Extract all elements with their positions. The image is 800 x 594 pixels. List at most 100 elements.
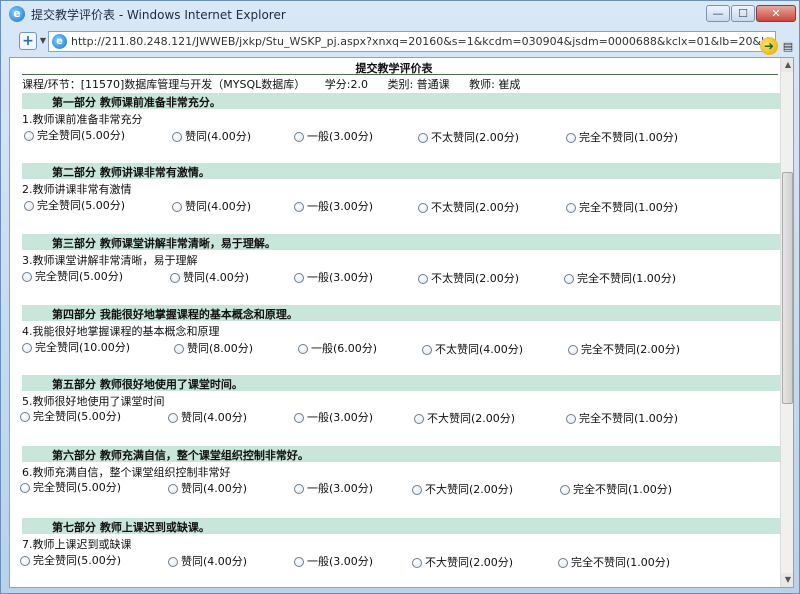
radio-button[interactable] bbox=[422, 344, 432, 355]
radio-button[interactable] bbox=[418, 273, 428, 284]
rating-option[interactable]: 完全赞同(5.00分) bbox=[24, 199, 125, 213]
rating-option[interactable]: 不太赞同(4.00分) bbox=[422, 343, 523, 357]
radio-button[interactable] bbox=[568, 345, 578, 356]
rating-option[interactable]: 完全不赞同(2.00分) bbox=[568, 343, 680, 357]
option-label: 完全不赞同(1.00分) bbox=[579, 412, 679, 426]
rating-option[interactable]: 完全不赞同(1.00分) bbox=[560, 483, 672, 497]
page-icon[interactable]: ▤ bbox=[781, 39, 795, 55]
radio-button[interactable] bbox=[418, 132, 428, 143]
rating-option[interactable]: 一般(3.00分) bbox=[294, 411, 373, 425]
radio-button[interactable] bbox=[170, 272, 180, 283]
radio-button[interactable] bbox=[24, 201, 34, 211]
radio-button[interactable] bbox=[20, 483, 30, 493]
radio-button[interactable] bbox=[294, 202, 304, 213]
radio-button[interactable] bbox=[20, 556, 30, 566]
radio-button[interactable] bbox=[298, 344, 308, 355]
maximize-button[interactable]: ☐ bbox=[731, 5, 755, 22]
radio-button[interactable] bbox=[172, 201, 182, 212]
rating-option[interactable]: 完全赞同(5.00分) bbox=[22, 270, 123, 284]
option-label: 赞同(8.00分) bbox=[187, 341, 254, 355]
radio-button[interactable] bbox=[22, 343, 32, 353]
rating-option[interactable]: 不太赞同(2.00分) bbox=[418, 272, 519, 286]
radio-button[interactable] bbox=[558, 558, 568, 569]
option-label: 赞同(4.00分) bbox=[185, 129, 252, 143]
radio-button[interactable] bbox=[168, 412, 178, 423]
rating-option[interactable]: 一般(6.00分) bbox=[298, 342, 377, 356]
option-label: 一般(3.00分) bbox=[307, 271, 374, 285]
option-label: 赞同(4.00分) bbox=[183, 270, 250, 284]
rating-option[interactable]: 不太赞同(2.00分) bbox=[418, 201, 519, 215]
radio-button[interactable] bbox=[294, 273, 304, 284]
radio-button[interactable] bbox=[168, 483, 178, 494]
option-label: 不太赞同(2.00分) bbox=[431, 130, 520, 144]
radio-button[interactable] bbox=[560, 485, 570, 496]
vertical-scrollbar[interactable]: ▲ ▼ bbox=[780, 58, 793, 587]
rating-option[interactable]: 一般(3.00分) bbox=[294, 271, 373, 285]
rating-option[interactable]: 赞同(4.00分) bbox=[168, 411, 247, 425]
radio-button[interactable] bbox=[294, 557, 304, 568]
rating-option[interactable]: 完全不赞同(1.00分) bbox=[564, 272, 676, 286]
rating-option[interactable]: 不太赞同(2.00分) bbox=[418, 131, 519, 145]
rating-option[interactable]: 赞同(4.00分) bbox=[172, 200, 251, 214]
rating-option[interactable]: 完全不赞同(1.00分) bbox=[566, 412, 678, 426]
radio-button[interactable] bbox=[414, 413, 424, 424]
radio-button[interactable] bbox=[412, 484, 422, 495]
rating-option[interactable]: 完全不赞同(1.00分) bbox=[558, 556, 670, 570]
rating-option[interactable]: 赞同(4.00分) bbox=[168, 482, 247, 496]
radio-button[interactable] bbox=[294, 413, 304, 424]
radio-button[interactable] bbox=[566, 133, 576, 144]
option-label: 不大赞同(2.00分) bbox=[425, 555, 514, 569]
rating-option[interactable]: 不大赞同(2.00分) bbox=[412, 556, 513, 570]
radio-button[interactable] bbox=[174, 343, 184, 354]
option-label: 不太赞同(4.00分) bbox=[435, 342, 524, 356]
radio-button[interactable] bbox=[566, 203, 576, 214]
option-label: 赞同(4.00分) bbox=[181, 410, 248, 424]
url-input[interactable]: e http://211.80.248.121/JWWEB/jxkp/Stu_W… bbox=[48, 31, 776, 52]
go-icon[interactable]: ➜ bbox=[760, 37, 778, 55]
rating-option[interactable]: 不大赞同(2.00分) bbox=[412, 483, 513, 497]
radio-button[interactable] bbox=[24, 131, 34, 141]
page-content: 提交教学评价表 课程/环节：[11570]数据库管理与开发（MYSQL数据库） … bbox=[9, 57, 794, 588]
rating-option[interactable]: 赞同(8.00分) bbox=[174, 342, 253, 356]
scroll-down-icon[interactable]: ▼ bbox=[781, 573, 793, 587]
scroll-up-icon[interactable]: ▲ bbox=[781, 58, 793, 72]
rating-option[interactable]: 一般(3.00分) bbox=[294, 555, 373, 569]
option-label: 完全赞同(5.00分) bbox=[37, 129, 126, 142]
minimize-button[interactable]: — bbox=[706, 5, 730, 22]
close-button[interactable]: ✕ bbox=[756, 5, 796, 22]
rating-option[interactable]: 一般(3.00分) bbox=[294, 130, 373, 144]
rating-option[interactable]: 完全赞同(5.00分) bbox=[20, 554, 121, 568]
rating-option[interactable]: 完全赞同(10.00分) bbox=[22, 341, 130, 355]
rating-option[interactable]: 赞同(4.00分) bbox=[168, 555, 247, 569]
add-favorite-icon[interactable]: + bbox=[19, 32, 37, 50]
rating-option[interactable]: 完全不赞同(1.00分) bbox=[566, 201, 678, 215]
rating-option[interactable]: 赞同(4.00分) bbox=[170, 271, 249, 285]
section-header: 第七部分 教师上课迟到或缺课。 bbox=[22, 518, 782, 534]
scrollbar-thumb[interactable] bbox=[782, 172, 793, 404]
radio-button[interactable] bbox=[294, 132, 304, 143]
radio-button[interactable] bbox=[172, 131, 182, 142]
section-header: 第五部分 教师很好地使用了课堂时间。 bbox=[22, 375, 782, 391]
rating-option[interactable]: 完全赞同(5.00分) bbox=[20, 410, 121, 424]
rating-option[interactable]: 赞同(4.00分) bbox=[172, 130, 251, 144]
rating-option[interactable]: 完全不赞同(1.00分) bbox=[566, 131, 678, 145]
radio-button[interactable] bbox=[564, 274, 574, 285]
radio-button[interactable] bbox=[168, 556, 178, 567]
radio-button[interactable] bbox=[294, 484, 304, 495]
radio-button[interactable] bbox=[20, 412, 30, 422]
radio-button[interactable] bbox=[566, 414, 576, 425]
radio-button[interactable] bbox=[418, 202, 428, 213]
rating-option[interactable]: 一般(3.00分) bbox=[294, 200, 373, 214]
rating-option[interactable]: 一般(3.00分) bbox=[294, 482, 373, 496]
radio-button[interactable] bbox=[412, 557, 422, 568]
rating-option[interactable]: 不大赞同(2.00分) bbox=[414, 412, 515, 426]
option-label: 一般(3.00分) bbox=[307, 200, 374, 214]
rating-option[interactable]: 完全赞同(5.00分) bbox=[24, 129, 125, 143]
question-text: 2.教师讲课非常有激情 bbox=[22, 183, 132, 196]
option-label: 不太赞同(2.00分) bbox=[431, 271, 520, 285]
title-bar: e 提交教学评价表 - Windows Internet Explorer — … bbox=[1, 1, 799, 27]
chevron-down-icon[interactable]: ▼ bbox=[38, 32, 48, 50]
rating-option[interactable]: 完全赞同(5.00分) bbox=[20, 481, 121, 495]
option-label: 完全赞同(5.00分) bbox=[33, 481, 122, 494]
radio-button[interactable] bbox=[22, 272, 32, 282]
